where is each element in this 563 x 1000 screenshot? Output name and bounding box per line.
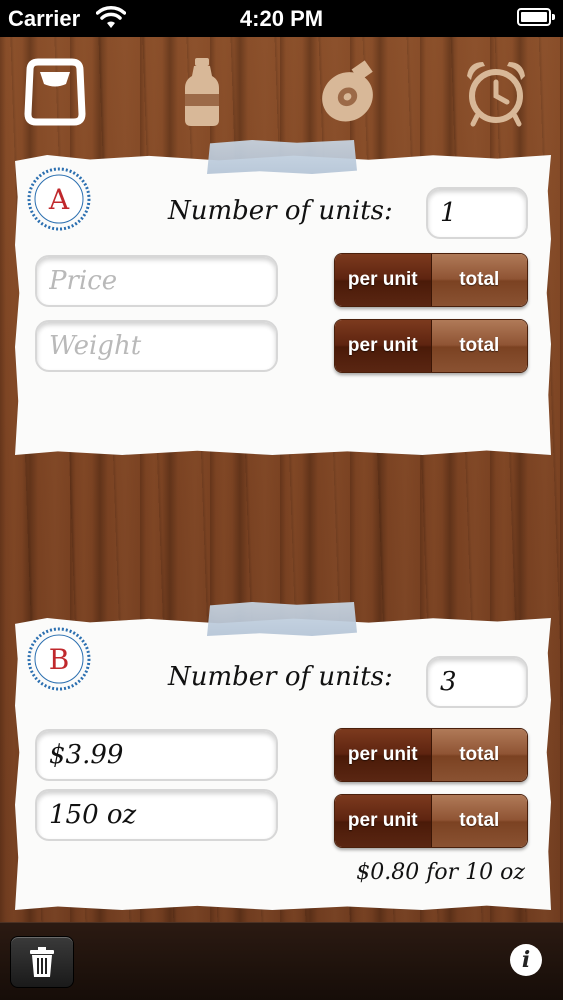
tape-strip (207, 602, 357, 636)
bottle-icon[interactable] (167, 56, 237, 128)
status-bar: Carrier 4:20 PM (0, 0, 563, 37)
tape-strip (207, 140, 357, 174)
status-time: 4:20 PM (239, 6, 324, 31)
units-label: Number of units: (168, 662, 393, 692)
clear-button[interactable] (10, 936, 74, 988)
item-a-price-toggle[interactable]: per unit total (334, 253, 528, 307)
tape-measure-icon[interactable] (313, 56, 383, 128)
stamp-a-icon: A (27, 167, 91, 231)
item-a-units-input[interactable] (426, 187, 528, 239)
bottom-toolbar (0, 922, 563, 1000)
alarm-clock-icon[interactable] (461, 56, 531, 128)
per-unit-option[interactable]: per unit (335, 795, 431, 847)
trash-icon (30, 947, 54, 977)
item-b-price-input[interactable] (35, 729, 278, 781)
stamp-b-icon: B (27, 627, 91, 691)
item-a-weight-toggle[interactable]: per unit total (334, 319, 528, 373)
per-unit-option[interactable]: per unit (335, 320, 431, 372)
stamp-a-letter: A (48, 183, 70, 216)
scale-icon[interactable] (20, 56, 90, 128)
item-a-weight-input[interactable] (35, 320, 278, 372)
comparison-result: $0.80 for 10 oz (356, 860, 525, 885)
item-b-weight-input[interactable] (35, 789, 278, 841)
total-option[interactable]: total (431, 795, 527, 847)
item-b-weight-toggle[interactable]: per unit total (334, 794, 528, 848)
per-unit-option[interactable]: per unit (335, 254, 431, 306)
battery-icon (517, 8, 555, 26)
info-button[interactable]: i (510, 944, 542, 976)
item-a-price-input[interactable] (35, 255, 278, 307)
per-unit-option[interactable]: per unit (335, 729, 431, 781)
item-b-price-toggle[interactable]: per unit total (334, 728, 528, 782)
total-option[interactable]: total (431, 729, 527, 781)
units-label: Number of units: (168, 196, 393, 226)
info-icon: i (521, 947, 531, 973)
item-b-units-input[interactable] (426, 656, 528, 708)
total-option[interactable]: total (431, 254, 527, 306)
total-option[interactable]: total (431, 320, 527, 372)
stamp-b-letter: B (49, 643, 70, 676)
